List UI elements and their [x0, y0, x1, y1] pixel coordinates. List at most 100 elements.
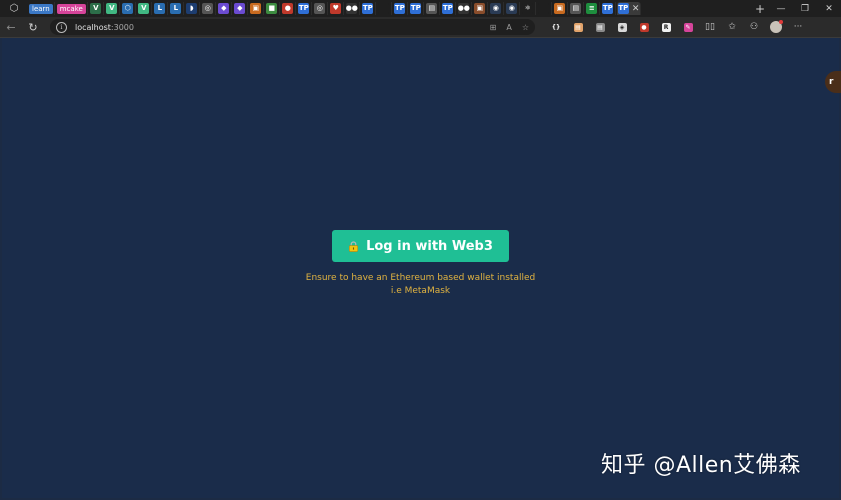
browser-tab[interactable]: ◎: [201, 2, 216, 15]
tab-favicon-icon: ⚛: [522, 3, 534, 14]
app-available-icon[interactable]: ⊞: [490, 23, 497, 32]
tab-favicon-icon: ♥: [330, 3, 342, 14]
browser-tab[interactable]: learn: [28, 2, 55, 15]
side-widget-label: r: [829, 77, 834, 87]
tab-list: learn mcake V V ⬡ V L L ◗ ◎ ◆ ◆ ▣ ■ ● TP ◎ ♥ ●● TP TP TP ▤ TP ●●…: [28, 0, 751, 17]
read-aloud-icon[interactable]: A: [506, 23, 511, 32]
tab-favicon-icon: ◎: [314, 3, 326, 14]
browser-tab[interactable]: L: [169, 2, 184, 15]
tab-favicon-icon: ▣: [554, 3, 566, 14]
extensions-bar: {} ▤ ▤ ◈ ● R ✎: [545, 17, 699, 38]
tab-favicon-icon: TP: [410, 3, 422, 14]
tab-favicon-icon: ●: [282, 3, 294, 14]
avatar: [770, 20, 783, 33]
browser-tab[interactable]: L: [153, 2, 168, 15]
browser-tab[interactable]: ◉: [505, 2, 520, 15]
more-menu-icon[interactable]: ···: [787, 17, 809, 38]
new-tab-button[interactable]: +: [751, 2, 769, 16]
browser-tab[interactable]: TP: [297, 2, 312, 15]
tab-label: mcake: [56, 3, 86, 14]
browser-tab[interactable]: ▤: [425, 2, 440, 15]
tab-favicon-icon: TP: [442, 3, 454, 14]
tab-close-icon[interactable]: ✕: [632, 4, 640, 14]
extension-icon: ✎: [683, 22, 693, 32]
profile-button[interactable]: [765, 17, 787, 38]
tab-favicon-icon: ◆: [218, 3, 230, 14]
browser-tab[interactable]: ●: [281, 2, 296, 15]
browser-tab[interactable]: ≡: [585, 2, 600, 15]
extension-button[interactable]: ●: [633, 17, 655, 38]
browser-tab[interactable]: mcake: [56, 2, 88, 15]
tab-favicon-icon: ◎: [202, 3, 214, 14]
page-content: r Log in with Web3 Ensure to have an Eth…: [2, 38, 841, 498]
url-host: localhost: [75, 22, 111, 32]
browser-tab[interactable]: ■: [265, 2, 280, 15]
browser-tab[interactable]: [377, 2, 392, 15]
browser-tab[interactable]: ◎: [313, 2, 328, 15]
browser-tab[interactable]: TP ✕: [616, 2, 642, 15]
extension-button[interactable]: ▤: [589, 17, 611, 38]
browser-tab[interactable]: ◆: [217, 2, 232, 15]
extension-button[interactable]: R: [655, 17, 677, 38]
browser-tab[interactable]: TP: [409, 2, 424, 15]
favorite-star-icon[interactable]: ☆: [522, 23, 529, 32]
tab-favicon-icon: [378, 3, 390, 14]
browser-tab[interactable]: ◗: [185, 2, 200, 15]
browser-tab[interactable]: ♥: [329, 2, 344, 15]
browser-tab[interactable]: ◆: [233, 2, 248, 15]
browser-tab[interactable]: TP: [601, 2, 616, 15]
watermark: 知乎 @Allen艾佛森: [601, 453, 801, 478]
close-window-icon[interactable]: ✕: [817, 0, 841, 17]
tab-favicon-icon: TP: [394, 3, 406, 14]
address-bar-actions: ⊞ A ☆: [490, 23, 529, 32]
extension-button[interactable]: ◈: [611, 17, 633, 38]
tab-favicon-icon: ●●: [457, 3, 470, 14]
tab-favicon-icon: V: [106, 3, 118, 14]
tab-favicon-icon: ●●: [345, 3, 358, 14]
extension-icon: {}: [551, 22, 561, 32]
browser-tab[interactable]: V: [105, 2, 120, 15]
tab-label: learn: [29, 3, 53, 14]
tab-favicon-icon: TP: [602, 3, 614, 14]
browser-tab[interactable]: TP: [393, 2, 408, 15]
tab-favicon-icon: V: [138, 3, 150, 14]
browser-tab[interactable]: ▣: [249, 2, 264, 15]
browser-tab[interactable]: ◉: [489, 2, 504, 15]
info-icon[interactable]: i: [56, 21, 67, 33]
browser-tab[interactable]: ▣: [473, 2, 488, 15]
browser-tab[interactable]: V: [89, 2, 104, 15]
browser-tab[interactable]: ⚛: [521, 2, 536, 15]
collections-icon[interactable]: ⚇: [743, 17, 765, 38]
browser-tab[interactable]: [537, 2, 552, 15]
split-screen-icon[interactable]: ▯▯: [699, 17, 721, 38]
browser-tab[interactable]: ●●: [345, 2, 360, 15]
tab-strip: ⬡ learn mcake V V ⬡ V L L ◗ ◎ ◆ ◆ ▣ ■ ● TP ◎ ♥ ●● TP TP TP ▤ TP…: [0, 0, 841, 17]
tab-favicon-icon: ▣: [250, 3, 262, 14]
browser-tab[interactable]: ⬡: [121, 2, 136, 15]
favorites-icon[interactable]: ✩: [721, 17, 743, 38]
browser-tab[interactable]: V: [137, 2, 152, 15]
tab-favicon-icon: V: [90, 3, 102, 14]
restore-icon[interactable]: ❐: [793, 0, 817, 17]
tab-favicon-icon: ▤: [426, 3, 438, 14]
browser-tab[interactable]: ▤: [569, 2, 584, 15]
extension-icon: ●: [639, 22, 649, 32]
browser-tab[interactable]: ▣: [553, 2, 568, 15]
minimize-icon[interactable]: —: [769, 0, 793, 17]
address-bar[interactable]: i localhost:3000 ⊞ A ☆: [50, 19, 535, 35]
browser-tab[interactable]: ●●: [457, 2, 472, 15]
extension-button[interactable]: {}: [545, 17, 567, 38]
workspaces-icon[interactable]: ⬡: [0, 0, 28, 17]
back-button[interactable]: ←: [0, 17, 22, 38]
browser-tab[interactable]: TP: [441, 2, 456, 15]
extension-button[interactable]: ▤: [567, 17, 589, 38]
login-web3-button[interactable]: Log in with Web3: [332, 230, 509, 262]
tab-favicon-icon: ≡: [586, 3, 598, 14]
extension-button[interactable]: ✎: [677, 17, 699, 38]
browser-tab[interactable]: TP: [361, 2, 376, 15]
refresh-button[interactable]: ↻: [22, 17, 44, 38]
side-widget[interactable]: r: [825, 71, 841, 93]
tab-favicon-icon: ◉: [506, 3, 518, 14]
tab-favicon-icon: ◆: [234, 3, 246, 14]
tab-favicon-icon: ▤: [570, 3, 582, 14]
